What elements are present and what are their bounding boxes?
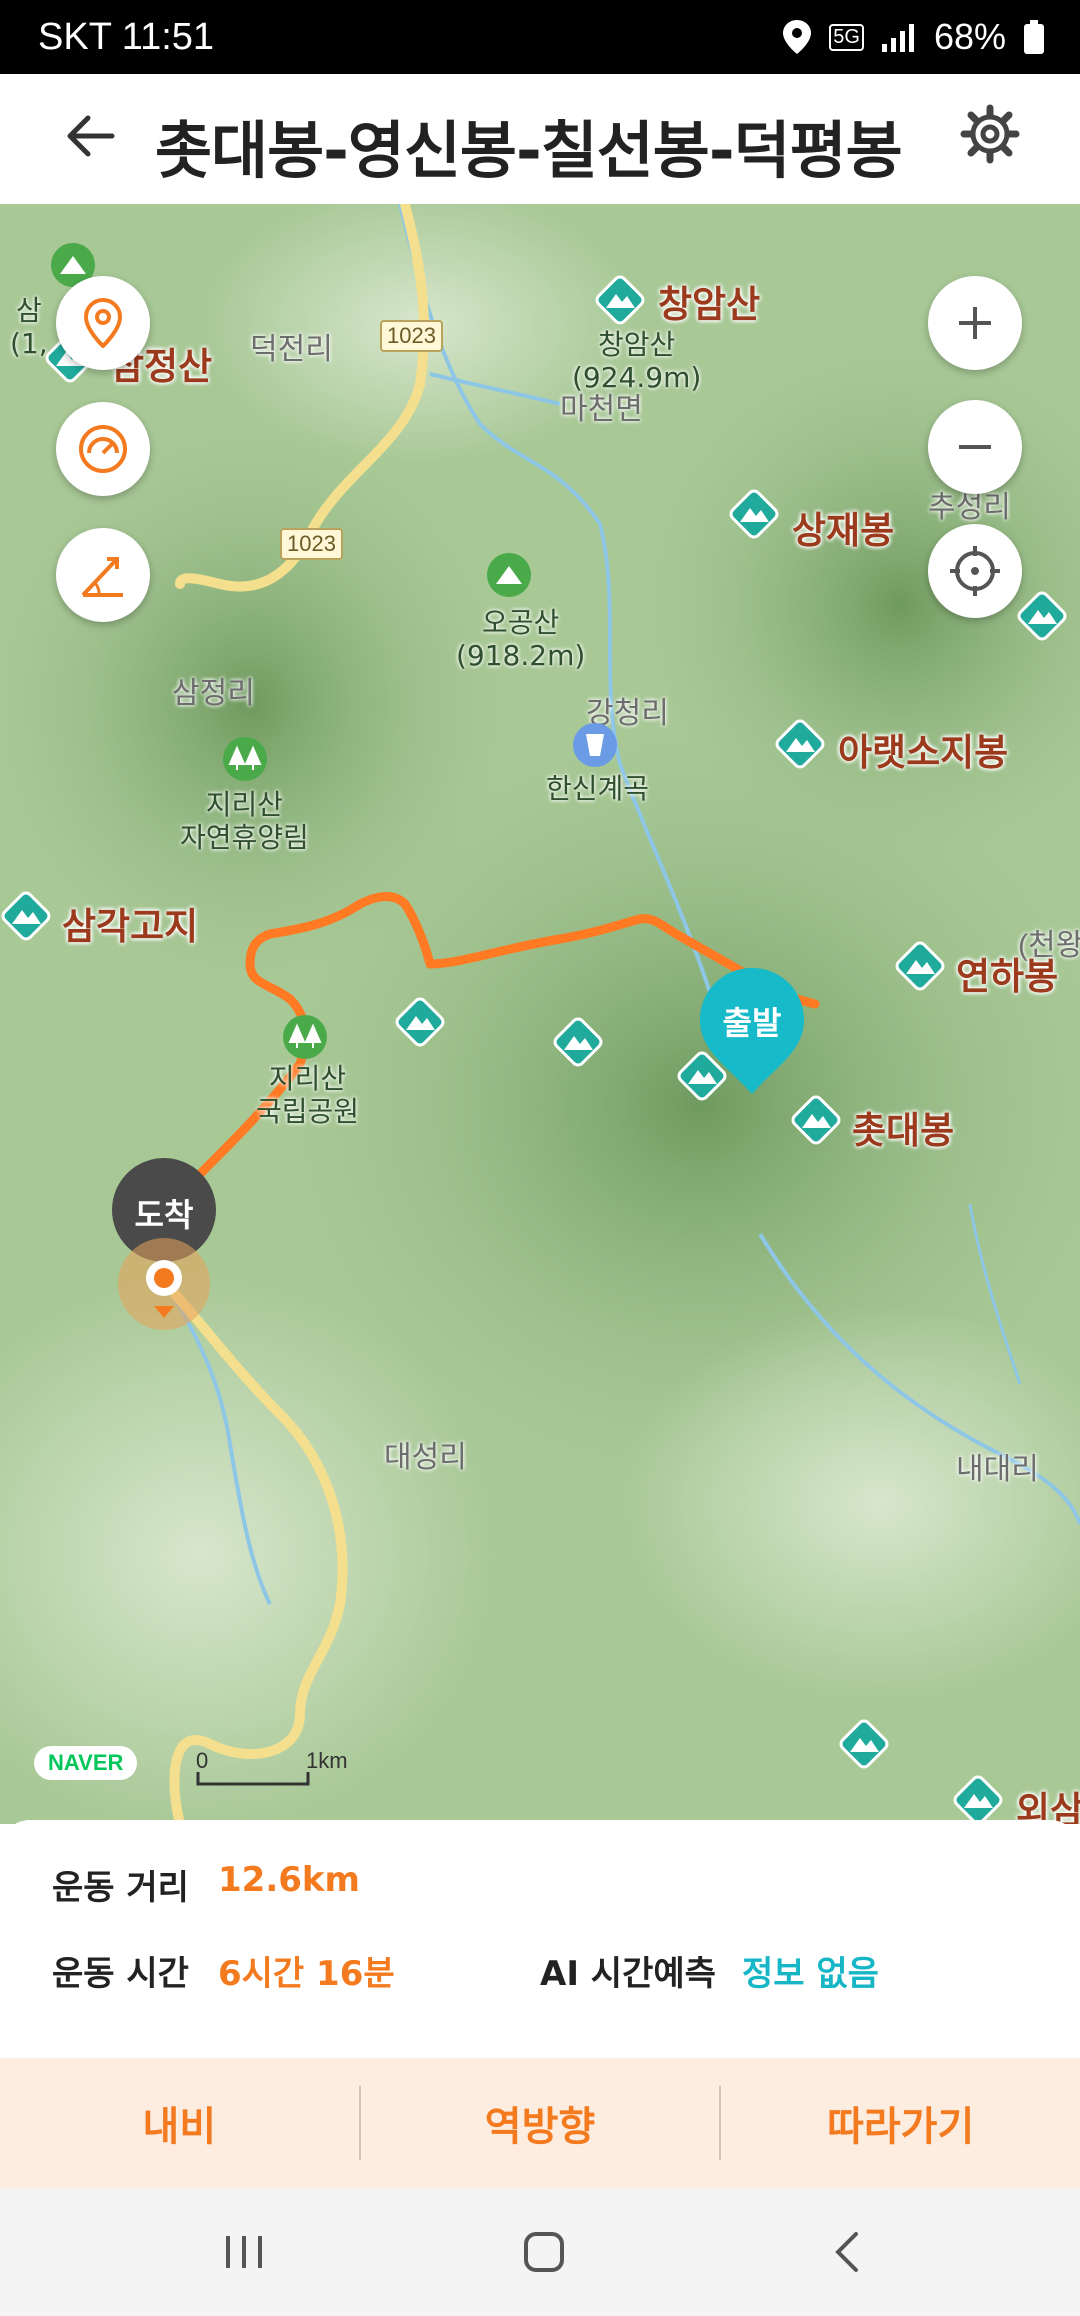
battery-icon bbox=[1024, 20, 1044, 54]
place-label: 삼정리 bbox=[172, 677, 255, 710]
peak-label: 연하봉 bbox=[956, 955, 1059, 998]
forest-poi-icon bbox=[283, 1015, 327, 1059]
plus-icon bbox=[959, 307, 991, 339]
naver-logo: NAVER bbox=[34, 1746, 138, 1780]
scale-bar bbox=[196, 1772, 310, 1786]
recent-apps-icon bbox=[226, 2236, 262, 2268]
peak-marker-icon[interactable] bbox=[834, 1714, 894, 1774]
peak-marker-icon[interactable] bbox=[590, 270, 650, 330]
follow-button[interactable]: 따라가기 bbox=[721, 2094, 1080, 2152]
peak-label: 상재봉 bbox=[792, 509, 895, 552]
peak-marker-icon[interactable] bbox=[724, 484, 784, 544]
battery-percent: 68% bbox=[933, 16, 1006, 57]
poi-label: 지리산 자연휴양림 bbox=[180, 788, 309, 854]
reverse-button[interactable]: 역방향 bbox=[361, 2094, 720, 2152]
ai-time-label: AI 시간예측 bbox=[540, 1954, 716, 1994]
navigation-button[interactable]: 내비 bbox=[0, 2094, 359, 2152]
peak-label: 삼각고지 bbox=[62, 905, 199, 948]
peak-marker-icon[interactable] bbox=[770, 714, 830, 774]
page-title: 촛대봉-영신봉-칠선봉-덕평봉 bbox=[155, 114, 903, 187]
peak-marker-icon[interactable] bbox=[786, 1090, 846, 1150]
peak-label: 아랫소지봉 bbox=[838, 731, 1009, 774]
peak-marker-icon[interactable] bbox=[0, 886, 56, 946]
arrow-left-icon bbox=[67, 115, 115, 157]
back-button[interactable] bbox=[50, 104, 130, 184]
mountain-poi-icon bbox=[487, 553, 531, 597]
distance-value: 12.6km bbox=[218, 1860, 360, 1900]
location-icon bbox=[783, 20, 812, 54]
place-label: 내대리 bbox=[956, 1453, 1039, 1486]
peak-label: 촛대봉 bbox=[852, 1109, 955, 1152]
peak-label: 창암산 bbox=[658, 283, 761, 326]
home-button[interactable] bbox=[504, 2224, 584, 2280]
elevation-icon bbox=[81, 557, 123, 597]
peak-label: 외삼 bbox=[1016, 1789, 1080, 1824]
elevation-button[interactable] bbox=[56, 528, 150, 622]
poi-label: 지리산 국립공원 bbox=[256, 1062, 360, 1128]
my-location-button[interactable] bbox=[928, 524, 1022, 618]
app-header: 촛대봉-영신봉-칠선봉-덕평봉 bbox=[0, 74, 1080, 208]
place-label: 덕전리 bbox=[250, 333, 333, 366]
speedometer-icon bbox=[79, 425, 127, 473]
settings-button[interactable] bbox=[960, 104, 1040, 184]
ai-time-value: 정보 없음 bbox=[742, 1954, 879, 1994]
back-nav-button[interactable] bbox=[808, 2224, 888, 2280]
peak-marker-icon[interactable] bbox=[890, 936, 950, 996]
speedometer-button[interactable] bbox=[56, 402, 150, 496]
minus-icon bbox=[959, 445, 991, 449]
recent-apps-button[interactable] bbox=[204, 2224, 284, 2280]
peak-marker-icon[interactable] bbox=[390, 992, 450, 1052]
poi-label: 한신계곡 bbox=[546, 772, 650, 805]
action-bar: 내비 역방향 따라가기 bbox=[0, 2058, 1080, 2188]
location-pin-button[interactable] bbox=[56, 276, 150, 370]
network-icon: 5G bbox=[829, 23, 864, 51]
road-number-badge: 1023 bbox=[280, 528, 343, 560]
status-bar: SKT 11:51 5G 68% bbox=[0, 0, 1080, 74]
place-label: 대성리 bbox=[384, 1441, 467, 1474]
distance-label: 운동 거리 bbox=[52, 1868, 189, 1908]
time-label: 운동 시간 bbox=[52, 1954, 189, 1994]
zoom-in-button[interactable] bbox=[928, 276, 1022, 370]
system-nav-bar bbox=[0, 2188, 1080, 2316]
road-number-badge: 1023 bbox=[380, 320, 443, 352]
zoom-out-button[interactable] bbox=[928, 400, 1022, 494]
poi-label: 창암산 (924.9m) bbox=[572, 328, 702, 394]
route-info-sheet: 운동 거리 12.6km 운동 시간 6시간 16분 AI 시간예측 정보 없음 bbox=[0, 1820, 1080, 2060]
crosshair-icon bbox=[950, 546, 1000, 596]
location-pin-icon bbox=[83, 298, 123, 348]
map-view[interactable]: 덕전리 마천면 추성리 삼정리 강청리 대성리 내대리 (천왕 1023 102… bbox=[0, 204, 1080, 1824]
poi-label: 오공산 (918.2m) bbox=[456, 606, 586, 672]
peak-marker-icon[interactable] bbox=[548, 1012, 608, 1072]
chevron-left-icon bbox=[835, 2232, 858, 2272]
peak-marker-icon[interactable] bbox=[948, 1770, 1008, 1824]
map-terrain bbox=[0, 204, 1080, 1824]
time-value: 6시간 16분 bbox=[218, 1954, 395, 1994]
gear-icon bbox=[960, 104, 1020, 164]
valley-poi-icon bbox=[573, 723, 617, 767]
end-marker-label: 도착 bbox=[134, 1196, 194, 1234]
home-icon bbox=[524, 2232, 564, 2272]
start-marker-label: 출발 bbox=[722, 1004, 782, 1042]
start-marker[interactable]: 출발 bbox=[700, 968, 804, 1098]
status-carrier-time: SKT 11:51 bbox=[38, 16, 215, 58]
forest-poi-icon bbox=[223, 737, 267, 781]
peak-marker-icon[interactable] bbox=[1012, 586, 1072, 646]
signal-icon bbox=[881, 24, 914, 52]
current-location-icon bbox=[118, 1238, 210, 1330]
